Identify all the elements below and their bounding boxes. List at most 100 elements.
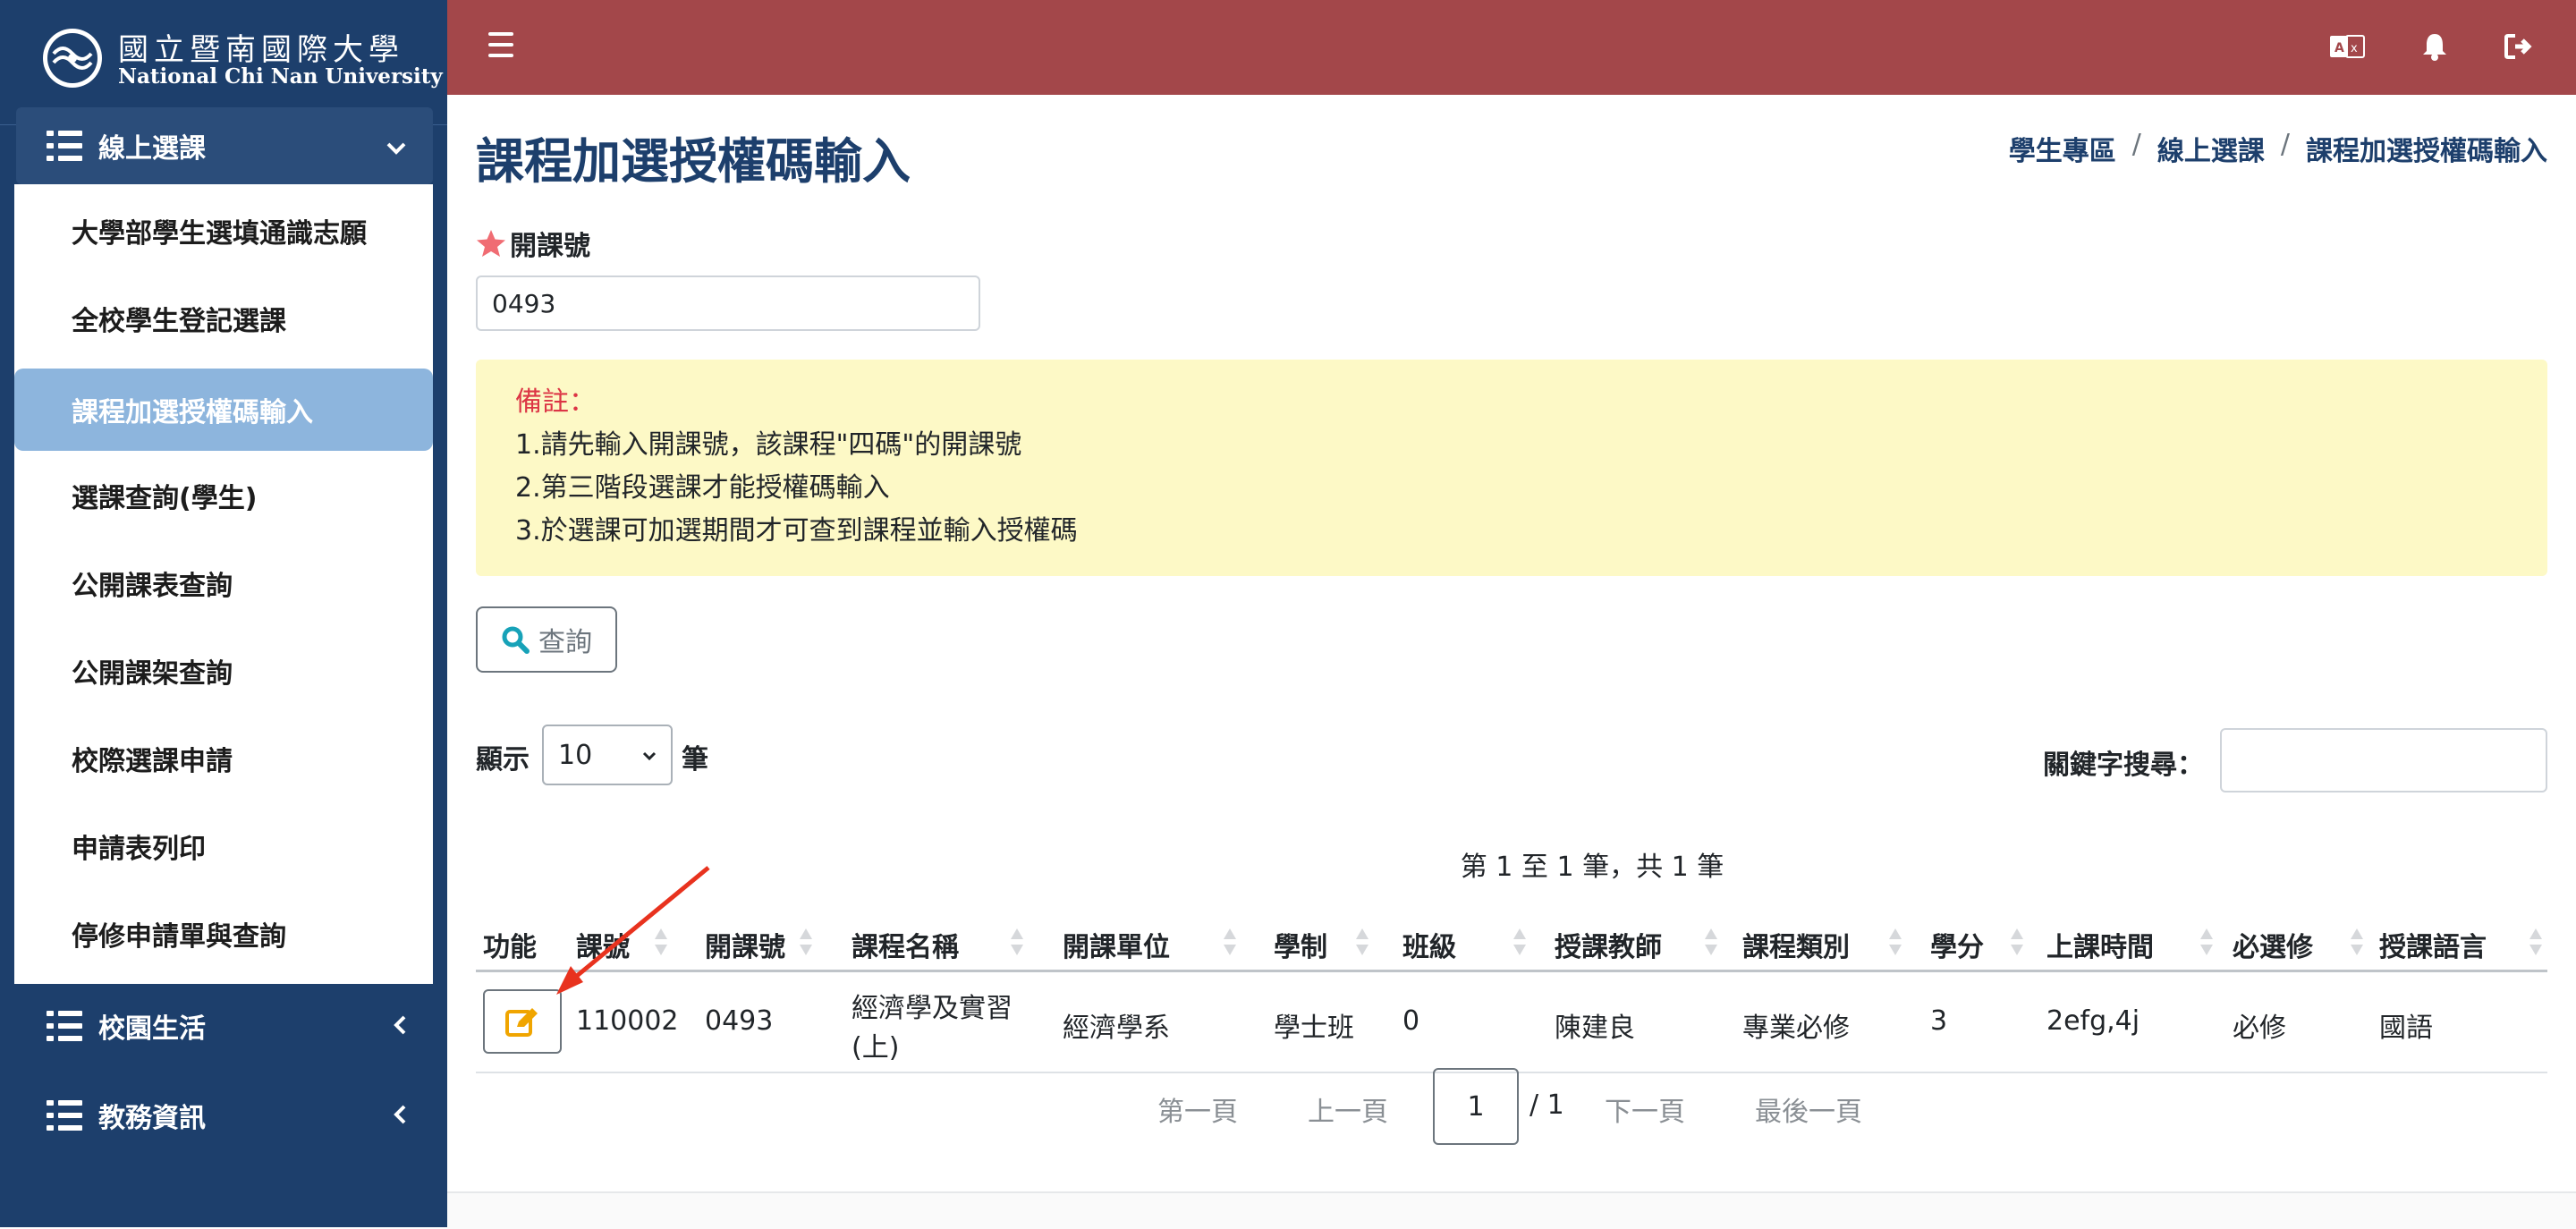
logout-icon[interactable] (2499, 27, 2538, 66)
search-icon (502, 626, 530, 654)
cell-system: 學士班 (1274, 1013, 1354, 1044)
sidebar-item-public-schedule[interactable]: 公開課表查詢 (14, 542, 433, 624)
sidebar-item-print-form[interactable]: 申請表列印 (14, 805, 433, 887)
sort-icon[interactable] (2351, 928, 2363, 959)
sort-icon[interactable] (1513, 928, 1526, 959)
keyword-search-input[interactable] (2220, 728, 2547, 792)
breadcrumb-current[interactable]: 課程加選授權碼輸入 (2306, 129, 2547, 168)
sidebar-item-course-query[interactable]: 選課查詢(學生) (14, 454, 433, 537)
last-page-link[interactable]: 最後一頁 (1755, 1089, 1862, 1129)
keyword-label: 關鍵字搜尋： (2043, 750, 2204, 781)
menu-section-academic-info[interactable]: 教務資訊 (16, 1084, 433, 1147)
main-content: 課程加選授權碼輸入 學生專區 / 線上選課 / 課程加選授權碼輸入 開課號 備註… (447, 95, 2576, 1229)
list-icon (47, 131, 82, 161)
sort-icon[interactable] (655, 928, 667, 959)
sort-icon[interactable] (1705, 928, 1717, 959)
notice-line: 2.第三階段選課才能授權碼輸入 (515, 472, 890, 504)
brand-name-en: National Chi Nan University (118, 64, 443, 89)
breadcrumb: 學生專區 / 線上選課 / 課程加選授權碼輸入 (2009, 129, 2547, 168)
breadcrumb-separator: / (2280, 129, 2290, 160)
translate-icon[interactable]: A x (2327, 27, 2367, 66)
chevron-left-icon (394, 1012, 406, 1041)
next-page-link[interactable]: 下一頁 (1605, 1089, 1685, 1129)
sort-icon[interactable] (2200, 928, 2213, 959)
show-unit: 筆 (682, 744, 708, 776)
notice-title: 備註： (515, 386, 596, 418)
col-header-class[interactable]: 班級 (1402, 925, 1456, 964)
cell-course-name: 經濟學及實習 (852, 993, 1013, 1024)
sort-icon[interactable] (1011, 928, 1023, 959)
breadcrumb-separator: / (2131, 129, 2141, 160)
cell-course-id: 110002 (576, 1005, 679, 1037)
col-header-credits[interactable]: 學分 (1930, 925, 1984, 964)
university-logo-icon (43, 29, 102, 88)
menu-section-campus-life[interactable]: 校園生活 (16, 995, 433, 1057)
col-header-course-name[interactable]: 課程名稱 (852, 925, 959, 964)
cell-course-no: 0493 (705, 1005, 774, 1037)
page-number-input[interactable]: 1 (1433, 1068, 1519, 1145)
sidebar-item-general-ed[interactable]: 大學部學生選填通識志願 (14, 190, 433, 272)
chevron-down-icon (386, 131, 406, 161)
first-page-link[interactable]: 第一頁 (1157, 1089, 1238, 1129)
hamburger-menu-icon[interactable] (488, 32, 513, 57)
col-header-time[interactable]: 上課時間 (2046, 925, 2154, 964)
col-header-category[interactable]: 課程類別 (1742, 925, 1850, 964)
cell-course-name-suffix: (上) (852, 1032, 900, 1064)
col-header-function: 功能 (483, 932, 537, 963)
course-no-label-text: 開課號 (510, 231, 590, 262)
brand[interactable]: 國立暨南國際大學 National Chi Nan University (0, 0, 447, 125)
edit-button[interactable] (483, 989, 562, 1054)
col-header-required[interactable]: 必選修 (2233, 925, 2313, 964)
cell-credits: 3 (1930, 1005, 1948, 1037)
menu-section-online-course[interactable]: 線上選課 (16, 107, 433, 184)
notice-line: 3.於選課可加選期間才可查到課程並輸入授權碼 (515, 515, 1078, 547)
col-header-unit[interactable]: 開課單位 (1063, 925, 1170, 964)
sidebar-item-inter-school[interactable]: 校際選課申請 (14, 717, 433, 800)
query-button[interactable]: 查詢 (476, 606, 617, 673)
chevron-down-icon (640, 742, 658, 776)
cell-class: 0 (1402, 1005, 1420, 1037)
sort-icon[interactable] (2011, 928, 2023, 959)
page-total: / 1 (1530, 1089, 1564, 1121)
menu-section-label: 線上選課 (98, 133, 206, 165)
table-row: 110002 0493 經濟學及實習 (上) 經濟學系 學士班 0 陳建良 專業… (476, 973, 2547, 1073)
sort-icon[interactable] (1356, 928, 1368, 959)
course-no-input[interactable] (476, 275, 980, 331)
breadcrumb-student-area[interactable]: 學生專區 (2009, 129, 2116, 168)
chevron-left-icon (394, 1101, 406, 1131)
cell-language: 國語 (2379, 1013, 2433, 1044)
col-header-system[interactable]: 學制 (1274, 925, 1327, 964)
top-bar: A x (447, 0, 2576, 95)
col-header-course-id[interactable]: 課號 (576, 925, 630, 964)
col-header-course-no[interactable]: 開課號 (705, 925, 785, 964)
col-header-language[interactable]: 授課語言 (2379, 925, 2487, 964)
table-info: 第 1 至 1 筆，共 1 筆 (1460, 852, 1724, 883)
list-icon (47, 1100, 82, 1131)
sidebar-item-public-structure[interactable]: 公開課架查詢 (14, 630, 433, 712)
breadcrumb-online-course[interactable]: 線上選課 (2157, 129, 2265, 168)
sidebar-item-withdraw[interactable]: 停修申請單與查詢 (14, 893, 433, 975)
sort-icon[interactable] (2529, 928, 2542, 959)
prev-page-link[interactable]: 上一頁 (1308, 1089, 1388, 1129)
col-header-teacher[interactable]: 授課教師 (1555, 925, 1662, 964)
menu-section-label: 教務資訊 (98, 1103, 206, 1134)
cell-category: 專業必修 (1742, 1013, 1850, 1044)
sort-icon[interactable] (800, 928, 812, 959)
cell-time: 2efg,4j (2046, 1005, 2140, 1037)
bell-icon[interactable] (2415, 27, 2454, 66)
notice-line: 1.請先輸入開課號，該課程"四碼"的開課號 (515, 429, 1022, 461)
submenu: 大學部學生選填通識志願 全校學生登記選課 課程加選授權碼輸入 選課查詢(學生) … (14, 184, 433, 984)
sidebar: 國立暨南國際大學 National Chi Nan University 線上選… (0, 0, 447, 1227)
table-header-row: 功能 課號 開課號 課程名稱 開課單位 學制 班級 授課教師 課程類別 學分 上… (476, 918, 2547, 972)
footer (447, 1191, 2576, 1229)
sort-icon[interactable] (1224, 928, 1236, 959)
sidebar-item-register[interactable]: 全校學生登記選課 (14, 277, 433, 360)
page-size-select[interactable]: 10 (542, 725, 673, 785)
svg-text:A: A (2334, 41, 2344, 55)
sort-icon[interactable] (1889, 928, 1902, 959)
brand-name-zh: 國立暨南國際大學 (118, 32, 404, 68)
sidebar-item-auth-code[interactable]: 課程加選授權碼輸入 (14, 369, 433, 451)
list-icon (47, 1011, 82, 1041)
page-title: 課程加選授權碼輸入 (476, 133, 911, 190)
edit-icon (505, 1008, 538, 1037)
